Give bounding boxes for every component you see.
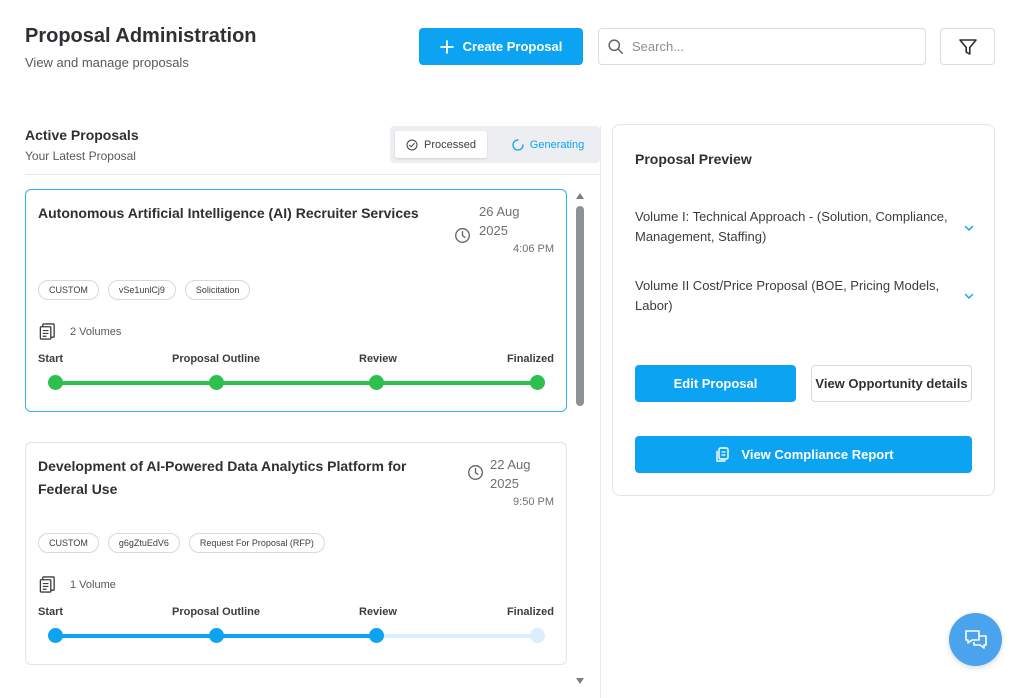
- volume-title: Volume I: Technical Approach - (Solution…: [635, 209, 948, 244]
- volume-count: 2 Volumes: [38, 322, 121, 341]
- stage-label-finalized: Finalized: [506, 353, 554, 365]
- stage-progress: [26, 626, 566, 646]
- stage-label-outline: Proposal Outline: [172, 353, 261, 365]
- type-tag: CUSTOM: [38, 533, 99, 553]
- clock-icon: [468, 465, 483, 480]
- source-tag: Request For Proposal (RFP): [188, 533, 325, 553]
- proposal-date-year: 2025: [490, 476, 519, 491]
- chevron-down-icon[interactable]: [963, 222, 975, 234]
- stage-label-finalized: Finalized: [506, 606, 554, 618]
- chat-button[interactable]: [949, 613, 1002, 666]
- tab-processed-label: Processed: [424, 138, 476, 151]
- volume-count-label: 1 Volume: [70, 578, 116, 591]
- stage-node-finalized: [530, 375, 545, 390]
- proposal-card[interactable]: Autonomous Artificial Intelligence (AI) …: [25, 189, 567, 412]
- tab-processed[interactable]: Processed: [395, 131, 487, 158]
- document-stack-icon: [39, 323, 55, 340]
- spinner-icon: [512, 138, 524, 151]
- preview-volume-item[interactable]: Volume II Cost/Price Proposal (BOE, Pric…: [635, 276, 975, 316]
- preview-volume-item[interactable]: Volume I: Technical Approach - (Solution…: [635, 207, 975, 247]
- id-tag: g6gZtuEdV6: [107, 533, 180, 553]
- plus-icon: [439, 39, 454, 54]
- copy-icon: [716, 446, 730, 462]
- proposal-date-year: 2025: [479, 223, 508, 238]
- check-circle-icon: [406, 139, 418, 150]
- tag-list: CUSTOM g6gZtuEdV6 Request For Proposal (…: [38, 533, 325, 553]
- chat-icon: [964, 629, 987, 649]
- stage-node-review: [369, 628, 384, 643]
- status-toggle: Processed Generating: [390, 126, 600, 163]
- active-proposals-subtitle: Your Latest Proposal: [25, 149, 136, 163]
- document-stack-icon: [39, 576, 55, 593]
- stage-node-start: [48, 375, 63, 390]
- edit-proposal-button[interactable]: Edit Proposal: [635, 365, 796, 402]
- create-proposal-label: Create Proposal: [462, 39, 563, 54]
- filter-icon: [958, 38, 977, 55]
- progress-track-3: [377, 381, 538, 385]
- stage-node-start: [48, 628, 63, 643]
- proposal-card[interactable]: Development of AI-Powered Data Analytics…: [25, 442, 567, 665]
- panel-divider: [600, 126, 601, 698]
- scroll-up-arrow[interactable]: [576, 193, 584, 199]
- proposal-time: 4:06 PM: [513, 243, 554, 255]
- proposal-date-day: 26 Aug: [479, 204, 520, 219]
- tag-list: CUSTOM vSe1unlCj9 Solicitation: [38, 280, 251, 300]
- progress-track-3: [377, 634, 538, 638]
- chevron-down-icon[interactable]: [963, 290, 975, 302]
- view-compliance-button[interactable]: View Compliance Report: [635, 436, 972, 473]
- stage-label-start: Start: [38, 353, 64, 365]
- tab-generating-label: Generating: [529, 138, 585, 151]
- progress-track-1: [55, 634, 216, 638]
- volume-count: 1 Volume: [38, 575, 116, 594]
- filter-button[interactable]: [940, 28, 995, 65]
- id-tag: vSe1unlCj9: [107, 280, 176, 300]
- proposal-title: Development of AI-Powered Data Analytics…: [38, 458, 407, 497]
- stage-label-start: Start: [38, 606, 64, 618]
- proposal-list: Autonomous Artificial Intelligence (AI) …: [25, 175, 590, 698]
- proposal-date-day: 22 Aug: [490, 457, 531, 472]
- scroll-thumb[interactable]: [576, 206, 584, 406]
- page-title: Proposal Administration: [25, 25, 257, 47]
- tab-generating[interactable]: Generating: [500, 131, 596, 158]
- source-tag: Solicitation: [184, 280, 251, 300]
- search-input[interactable]: [632, 39, 902, 54]
- proposal-date: 22 Aug 2025: [490, 455, 531, 493]
- stage-node-outline: [209, 628, 224, 643]
- search-icon: [608, 39, 624, 55]
- search-box[interactable]: [598, 28, 926, 65]
- stage-progress: [26, 373, 566, 393]
- proposal-title: Autonomous Artificial Intelligence (AI) …: [38, 205, 419, 221]
- create-proposal-button[interactable]: Create Proposal: [419, 28, 583, 65]
- stage-label-review: Review: [359, 606, 397, 618]
- preview-title: Proposal Preview: [635, 151, 752, 167]
- view-opportunity-button[interactable]: View Opportunity details: [811, 365, 972, 402]
- stage-node-finalized: [530, 628, 545, 643]
- page-subtitle: View and manage proposals: [25, 55, 189, 70]
- type-tag: CUSTOM: [38, 280, 99, 300]
- proposal-time: 9:50 PM: [513, 496, 554, 508]
- proposal-date: 26 Aug 2025: [479, 202, 520, 240]
- proposal-list-scrollbar[interactable]: [574, 190, 586, 690]
- stage-label-outline: Proposal Outline: [172, 606, 261, 618]
- view-compliance-label: View Compliance Report: [741, 447, 894, 462]
- clock-icon: [455, 228, 470, 243]
- progress-track-2: [217, 634, 377, 638]
- volume-title: Volume II Cost/Price Proposal (BOE, Pric…: [635, 278, 940, 313]
- progress-track-2: [217, 381, 377, 385]
- stage-node-review: [369, 375, 384, 390]
- active-proposals-title: Active Proposals: [25, 127, 139, 143]
- stage-label-review: Review: [359, 353, 397, 365]
- stage-node-outline: [209, 375, 224, 390]
- volume-count-label: 2 Volumes: [70, 325, 122, 338]
- proposal-preview-panel: Proposal Preview Volume I: Technical App…: [612, 124, 995, 496]
- scroll-down-arrow[interactable]: [576, 678, 584, 684]
- progress-track-1: [55, 381, 216, 385]
